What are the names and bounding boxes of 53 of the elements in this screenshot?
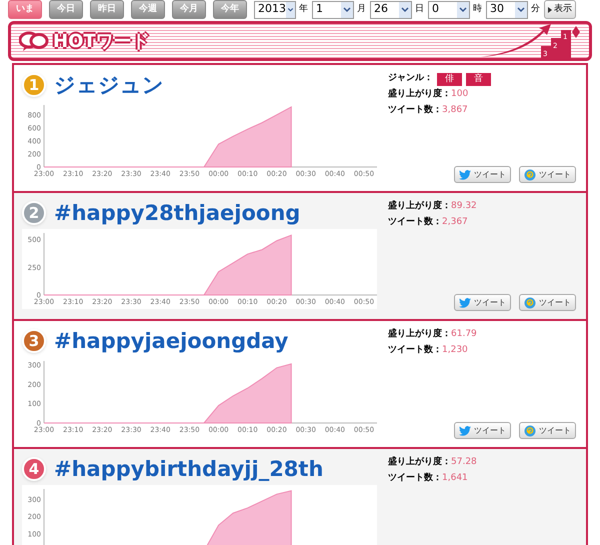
tweet-count-value: 3,867 [442, 104, 468, 118]
tweet-count-value: 1,641 [442, 472, 468, 486]
heat-value: 57.28 [451, 456, 477, 470]
speech-bubbles-icon [19, 30, 49, 52]
tweet-count-label: ツイート数： [388, 104, 442, 118]
tweet-button[interactable]: ツイート [519, 166, 576, 183]
date-unit-label: 年 [299, 2, 308, 16]
tweet-count-label: ツイート数： [388, 216, 442, 230]
date-unit-label: 時 [473, 2, 482, 16]
date-select[interactable]: 0 [428, 0, 470, 18]
genre-label: ジャンル： [388, 72, 433, 86]
heat-value: 89.32 [451, 200, 477, 214]
date-select[interactable]: 30 [486, 0, 528, 18]
tweet-count-value: 1,230 [442, 344, 468, 358]
heat-label: 盛り上がり度： [388, 456, 451, 470]
date-select[interactable]: 26 [370, 0, 412, 18]
heat-label: 盛り上がり度： [388, 200, 451, 214]
bird-icon [459, 298, 471, 308]
tweet-button[interactable]: ツイート [519, 294, 576, 311]
speech-bubble-icon [524, 424, 536, 436]
genre-tag[interactable]: 俳 [437, 72, 462, 86]
rank-medal: 3 [22, 329, 46, 353]
heat-label: 盛り上がり度： [388, 88, 451, 102]
speech-bubble-icon [524, 296, 536, 308]
tweet-count-label: ツイート数： [388, 344, 442, 358]
tweet-button[interactable]: ツイート [454, 166, 511, 183]
hot-word-title[interactable]: ジェジュン [54, 74, 164, 96]
banner-title: HOTワード [53, 30, 150, 54]
heat-value: 61.79 [451, 328, 477, 342]
bird-icon [459, 426, 471, 436]
tweet-button[interactable]: ツイート [454, 422, 511, 439]
rank-medal: 2 [22, 201, 46, 225]
tweet-button[interactable]: ツイート [454, 294, 511, 311]
show-button[interactable]: 表示 [544, 0, 576, 19]
date-unit-label: 分 [531, 2, 540, 16]
hot-word-title[interactable]: #happy28thjaejoong [54, 202, 300, 224]
hot-word-title[interactable]: #happyjaejoongday [54, 330, 288, 352]
tweet-button[interactable]: ツイート [519, 422, 576, 439]
heat-value: 100 [451, 88, 468, 102]
genre-tag[interactable]: 音 [466, 72, 491, 86]
date-unit-label: 日 [415, 2, 424, 16]
heat-label: 盛り上がり度： [388, 328, 451, 342]
rank-medal: 1 [22, 73, 46, 97]
rank-medal: 4 [22, 457, 46, 481]
date-select[interactable]: 1 [312, 0, 354, 18]
speech-bubble-icon [524, 168, 536, 180]
date-unit-label: 月 [357, 2, 366, 16]
tweet-count-label: ツイート数： [388, 472, 442, 486]
tweet-count-value: 2,367 [442, 216, 468, 230]
date-select[interactable]: 2013 [254, 0, 296, 18]
play-icon [548, 6, 552, 12]
bird-icon [459, 170, 471, 180]
hot-word-title[interactable]: #happybirthdayjj_28th [54, 458, 324, 480]
